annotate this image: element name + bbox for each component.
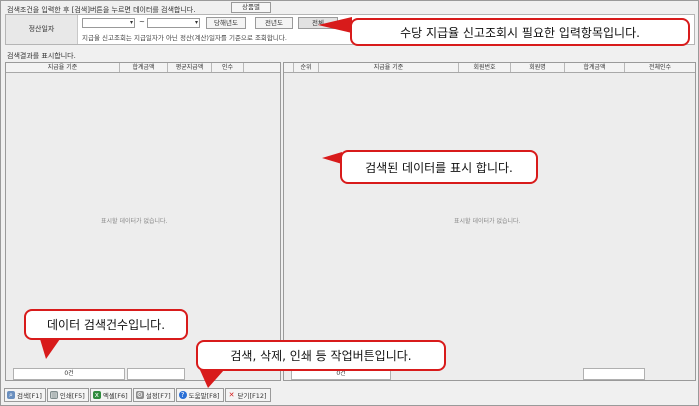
results-title: 검색결과를 표시합니다.: [7, 52, 76, 60]
callout-data-display: 검색된 데이터를 표시 합니다.: [340, 150, 538, 184]
left-sum-field: [127, 368, 185, 380]
col-rank[interactable]: 순위: [294, 63, 319, 72]
col-rate-basis[interactable]: 지급율 기준: [319, 63, 459, 72]
help-button[interactable]: ? 도움말[F8]: [175, 388, 224, 402]
left-count-field: 0건: [13, 368, 125, 380]
search-icon: ⌕: [7, 391, 15, 399]
callout-action-buttons: 검색, 삭제, 인쇄 등 작업버튼입니다.: [196, 340, 446, 371]
callout-pointer: [322, 152, 342, 164]
settlement-date-label: 정산일자: [6, 15, 78, 44]
col-filler: [244, 63, 280, 72]
callout-input-items: 수당 지급율 신고조회시 필요한 입력항목입니다.: [350, 18, 690, 46]
help-icon: ?: [178, 391, 187, 399]
right-empty-message: 표시할 데이터가 없습니다.: [454, 218, 521, 225]
left-grid-header: 지급율 기준 합계금액 평균지급액 인수: [6, 63, 280, 73]
settlement-note: 지급율 신고조회는 지급일자가 아닌 정산(계산)일자를 기준으로 조회합니다.: [82, 34, 287, 42]
print-button-label: 인쇄[F5]: [59, 392, 85, 400]
start-date-select[interactable]: ▾: [82, 18, 135, 28]
callout-pointer: [200, 370, 224, 388]
close-button[interactable]: ✕ 닫기[F12]: [224, 388, 271, 402]
col-headcount[interactable]: 인수: [212, 63, 244, 72]
end-date-select[interactable]: ▾: [147, 18, 200, 28]
col-rate-basis[interactable]: 지급율 기준: [6, 63, 120, 72]
right-grid-header: 순위 지급율 기준 회원번호 회원명 합계금액 전체인수: [284, 63, 695, 73]
left-empty-message: 표시할 데이터가 없습니다.: [101, 218, 168, 225]
callout-count-info: 데이터 검색건수입니다.: [24, 309, 188, 340]
col-total-amount[interactable]: 합계금액: [565, 63, 625, 72]
right-data-grid[interactable]: 순위 지급율 기준 회원번호 회원명 합계금액 전체인수 표시할 데이터가 없습…: [283, 62, 696, 381]
right-sum-field: [583, 368, 645, 380]
excel-button-label: 엑셀[F6]: [102, 392, 128, 400]
last-year-button[interactable]: 전년도: [255, 17, 293, 29]
chevron-down-icon[interactable]: ▾: [195, 19, 198, 27]
col-row-marker: [284, 63, 294, 72]
settings-icon: ⚙: [135, 391, 144, 399]
col-total-amount[interactable]: 합계금액: [120, 63, 168, 72]
search-button[interactable]: ⌕ 검색[F1]: [4, 388, 46, 402]
col-member-name[interactable]: 회원명: [511, 63, 565, 72]
date-range-tilde: ~: [139, 18, 145, 26]
settings-button-label: 설정[F7]: [145, 392, 171, 400]
callout-pointer: [318, 17, 352, 33]
excel-button[interactable]: x 엑셀[F6]: [89, 388, 132, 402]
this-year-button[interactable]: 당해년도: [206, 17, 246, 29]
col-average-payment[interactable]: 평균지급액: [168, 63, 212, 72]
settings-button[interactable]: ⚙ 설정[F7]: [132, 388, 175, 402]
print-button[interactable]: ▤ 인쇄[F5]: [46, 388, 89, 402]
action-toolbar: ⌕ 검색[F1] ▤ 인쇄[F5] x 엑셀[F6] ⚙ 설정[F7] ? 도움말[F8]…: [4, 388, 271, 402]
col-total-headcount[interactable]: 전체인수: [625, 63, 695, 72]
help-button-label: 도움말[F8]: [188, 392, 220, 400]
callout-pointer: [40, 339, 60, 359]
product-tab-button[interactable]: 상품별: [231, 2, 271, 13]
excel-icon: x: [92, 391, 101, 399]
close-icon: ✕: [228, 391, 235, 399]
col-member-number[interactable]: 회원번호: [459, 63, 511, 72]
search-button-label: 검색[F1]: [17, 392, 42, 400]
close-button-label: 닫기[F12]: [237, 392, 267, 400]
print-icon: ▤: [49, 391, 58, 399]
chevron-down-icon[interactable]: ▾: [130, 19, 133, 27]
